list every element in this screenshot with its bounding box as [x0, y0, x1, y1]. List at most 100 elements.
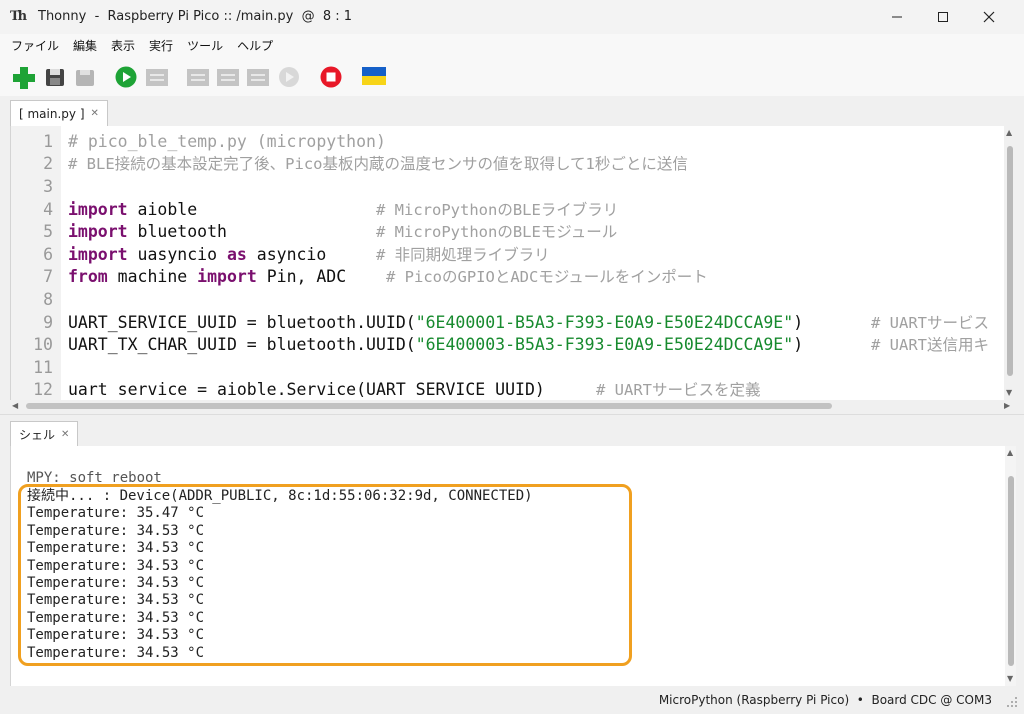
code-comment: # MicroPythonのBLEライブラリ [376, 201, 619, 219]
code-keyword: as [226, 245, 247, 264]
code-text: ) [793, 313, 804, 332]
save-button[interactable] [44, 66, 66, 88]
tab-label: [ main.py ] [19, 106, 85, 121]
stop-icon [320, 66, 342, 88]
ukraine-flag-icon [362, 67, 386, 85]
code-line: from machine import Pin, ADC [68, 266, 346, 288]
tab-close-icon[interactable]: ✕ [61, 429, 69, 440]
window-title: Thonny - Raspberry Pi Pico :: /main.py @… [38, 9, 353, 24]
tab-shell[interactable]: シェル ✕ [10, 421, 79, 447]
run-icon [115, 66, 137, 88]
debug-button[interactable] [145, 66, 168, 88]
code-line: UART_SERVICE_UUID = bluetooth.UUID("6E40… [68, 312, 803, 334]
code-keyword: import [68, 200, 128, 219]
line-number: 1 [43, 132, 53, 151]
code-comment: # MicroPythonのBLEモジュール [376, 223, 618, 241]
code-line: import aioble [68, 199, 197, 221]
editor-horizontal-scroll-thumb[interactable] [26, 403, 832, 409]
menu-run[interactable]: 実行 [142, 37, 180, 54]
stop-button[interactable] [320, 66, 342, 88]
editor-vertical-scroll-thumb[interactable] [1007, 146, 1013, 376]
code-text: aioble [127, 200, 198, 219]
maximize-button[interactable] [920, 0, 966, 34]
scroll-up-icon[interactable]: ▲ [1007, 448, 1013, 457]
line-number: 10 [33, 335, 53, 354]
code-line: uart service = aioble.Service(UART SERVI… [68, 379, 545, 400]
code-comment: # BLE接続の基本設定完了後、Pico基板内蔵の温度センサの値を取得して1秒ご… [68, 155, 688, 173]
line-number: 12 [33, 380, 53, 399]
support-ukraine-button[interactable] [362, 67, 386, 89]
resize-grip-icon[interactable] [1006, 696, 1018, 708]
title-bar: Th Thonny - Raspberry Pi Pico :: /main.p… [0, 0, 1024, 34]
status-bar: MicroPython (Raspberry Pi Pico) • Board … [0, 688, 1024, 714]
menu-view[interactable]: 表示 [104, 37, 142, 54]
scroll-left-icon[interactable]: ◀ [12, 401, 18, 410]
code-line: # BLE接続の基本設定完了後、Pico基板内蔵の温度センサの値を取得して1秒ご… [68, 153, 688, 175]
run-button[interactable] [115, 66, 137, 88]
menu-file[interactable]: ファイル [4, 37, 66, 54]
code-comment: # 非同期処理ライブラリ [376, 246, 550, 264]
shell-console[interactable]: MPY: soft reboot 接続中... : Device(ADDR_PU… [10, 446, 1016, 686]
code-text: UART_TX_CHAR_UUID = bluetooth.UUID( [68, 335, 416, 354]
load-button[interactable] [74, 66, 96, 88]
code-text: uart service = aioble.Service(UART SERVI… [68, 380, 545, 399]
shell-vertical-scrollbar[interactable]: ▲ ▼ [1005, 446, 1016, 686]
minimize-button[interactable] [874, 0, 920, 34]
resume-icon [279, 67, 299, 87]
menu-bar: ファイル 編集 表示 実行 ツール ヘルプ [0, 34, 1024, 56]
resume-button[interactable] [278, 66, 300, 88]
line-number: 9 [43, 313, 53, 332]
code-line: # pico_ble_temp.py (micropython) [68, 131, 386, 153]
scroll-right-icon[interactable]: ▶ [1004, 401, 1010, 410]
interpreter-status[interactable]: MicroPython (Raspberry Pi Pico) • Board … [659, 693, 992, 707]
code-line: UART_TX_CHAR_UUID = bluetooth.UUID("6E40… [68, 334, 803, 356]
editor-horizontal-scrollbar[interactable]: ◀ ▶ [10, 400, 1016, 412]
line-number: 6 [43, 245, 53, 264]
toolbar [0, 56, 1024, 96]
code-line: import uasyncio as asyncio [68, 244, 326, 266]
line-number: 3 [43, 177, 53, 196]
step-into-button[interactable] [216, 66, 239, 88]
maximize-icon [938, 12, 948, 22]
menu-edit[interactable]: 編集 [66, 37, 104, 54]
code-keyword: import [68, 222, 128, 241]
code-comment: # UARTサービス [871, 314, 989, 332]
scroll-down-icon[interactable]: ▼ [1006, 388, 1012, 397]
code-comment: # PicoのGPIOとADCモジュールをインポート [386, 268, 708, 286]
tab-main-py[interactable]: [ main.py ] ✕ [10, 100, 108, 126]
shell-vertical-scroll-thumb[interactable] [1008, 476, 1014, 666]
step-over-icon [187, 69, 209, 86]
new-file-icon [13, 67, 35, 89]
step-out-button[interactable] [246, 66, 269, 88]
load-icon [76, 70, 94, 86]
line-number: 7 [43, 267, 53, 286]
code-keyword: from [68, 267, 108, 286]
save-icon [46, 69, 64, 86]
scroll-up-icon[interactable]: ▲ [1006, 128, 1012, 137]
close-button[interactable] [966, 0, 1012, 34]
code-comment: # UART送信用キ [871, 336, 989, 354]
shell-tab-bar: シェル ✕ [0, 414, 1024, 447]
code-text: bluetooth [127, 222, 227, 241]
code-editor[interactable]: 1 2 3 4 5 6 7 8 9 10 11 12 # pico_ble_te… [10, 126, 1016, 400]
code-comment: # UARTサービスを定義 [596, 381, 761, 399]
code-comment: # pico_ble_temp.py (micropython) [68, 132, 386, 151]
scroll-down-icon[interactable]: ▼ [1007, 674, 1013, 683]
step-out-icon [247, 69, 269, 86]
code-keyword: import [197, 267, 257, 286]
code-keyword: import [68, 245, 128, 264]
tab-label: シェル [19, 428, 56, 442]
code-line: import bluetooth [68, 221, 227, 243]
menu-help[interactable]: ヘルプ [230, 37, 280, 54]
editor-vertical-scrollbar[interactable]: ▲ ▼ [1004, 126, 1016, 400]
new-file-button[interactable] [12, 66, 35, 89]
minimize-icon [892, 16, 902, 18]
tab-close-icon[interactable]: ✕ [91, 108, 99, 119]
step-over-button[interactable] [186, 66, 209, 88]
menu-tools[interactable]: ツール [180, 37, 230, 54]
thonny-logo-icon: Th [10, 9, 27, 24]
code-text: machine [107, 267, 198, 286]
editor-tab-bar: [ main.py ] ✕ [0, 96, 1024, 126]
output-highlight-box [18, 484, 632, 666]
code-text: Pin, ADC [256, 267, 347, 286]
